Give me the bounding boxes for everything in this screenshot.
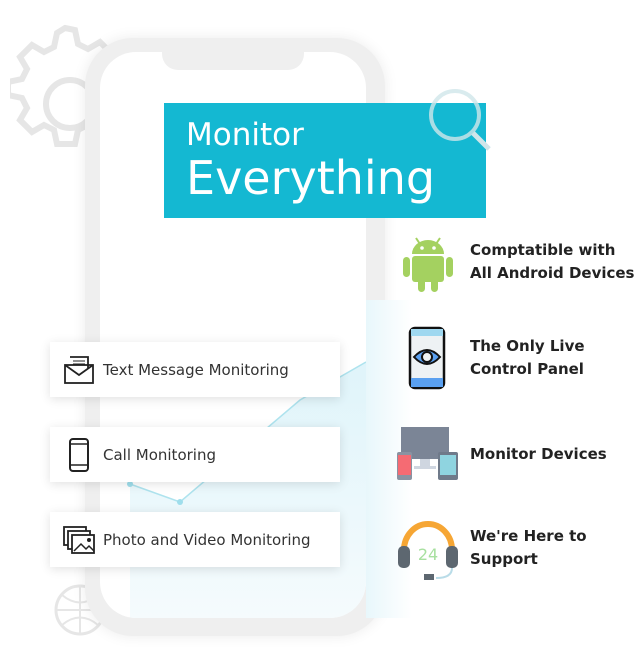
feature-label: We're Here to Support [470,527,587,568]
feature-label: Comptatible with All Android Devices [470,241,635,282]
envelope-icon [60,352,98,388]
android-icon [403,237,453,292]
devices-icon [397,427,458,480]
feature-android: Comptatible with All Android Devices [396,230,634,294]
photo-gallery-icon [60,522,98,558]
feature-live-panel: The Only Live Control Panel [396,326,585,390]
feature-label: The Only Live Control Panel [470,337,585,378]
magnifier-icon [429,89,491,151]
headset-24-icon: 24 [398,521,458,580]
card-label: Call Monitoring [103,445,216,464]
headset-24-text: 24 [418,545,438,564]
card-label: Photo and Video Monitoring [103,530,311,549]
feature-label: Monitor Devices [470,444,607,463]
phone-notch [162,50,304,70]
phone-eye-icon [408,326,446,390]
feature-card-text-message: Text Message Monitoring [50,342,340,397]
headline-line2: Everything [186,151,436,205]
smartphone-icon [60,437,98,473]
feature-monitor-devices: Monitor Devices [396,422,607,486]
feature-card-call: Call Monitoring [50,427,340,482]
feature-support: 24 We're Here to Support [396,516,587,580]
feature-card-photo-video: Photo and Video Monitoring [50,512,340,567]
card-label: Text Message Monitoring [103,360,289,379]
